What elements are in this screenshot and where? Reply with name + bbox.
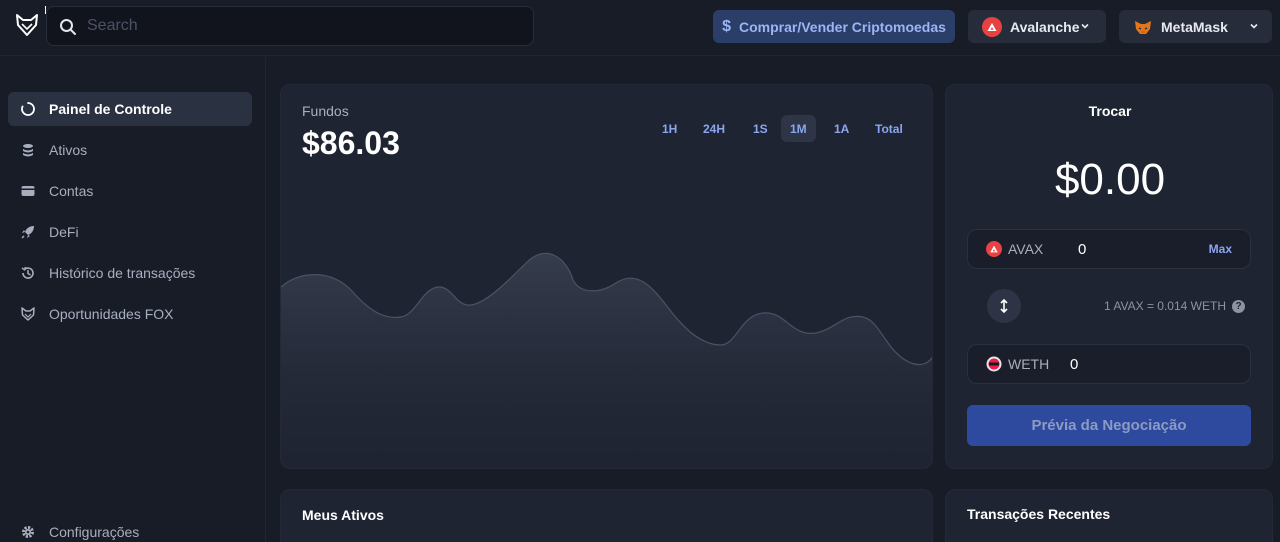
search-icon [60, 19, 76, 35]
range-button-1s[interactable]: 1S [744, 115, 777, 142]
range-button-24h[interactable]: 24H [694, 115, 734, 142]
sidebar-item-label: Oportunidades FOX [49, 306, 174, 322]
recent-transactions-panel: Transações Recentes [945, 489, 1273, 542]
swap-direction-button[interactable] [987, 289, 1021, 323]
recent-transactions-title: Transações Recentes [967, 506, 1111, 522]
sidebar-item-fox-opportunities[interactable]: Oportunidades FOX [8, 297, 252, 331]
chevron-down-icon [1081, 23, 1089, 29]
wallet-icon [20, 183, 36, 199]
swap-arrows-icon [1000, 299, 1008, 313]
trade-title: Trocar [1088, 103, 1132, 119]
sidebar-item-label: DeFi [49, 224, 79, 240]
info-icon[interactable]: ? [1232, 300, 1245, 313]
my-assets-panel: Meus Ativos [280, 489, 933, 542]
sell-asset-field[interactable]: AVAX 0 Max [967, 229, 1251, 269]
sidebar-item-settings[interactable]: Configurações [8, 515, 252, 542]
chain-selector-button[interactable]: Avalanche [968, 10, 1106, 43]
sell-amount-input[interactable]: 0 [1078, 241, 1218, 258]
buy-sell-crypto-button[interactable]: $ Comprar/Vender Criptomoedas [713, 10, 955, 43]
avalanche-icon [982, 16, 1002, 37]
sidebar-item-assets[interactable]: Ativos [8, 133, 252, 167]
dollar-icon: $ [722, 17, 731, 35]
buy-asset-field[interactable]: WETH 0 [967, 344, 1251, 384]
sidebar-item-label: Histórico de transações [49, 265, 196, 281]
range-button-1h[interactable]: 1H [653, 115, 686, 142]
dashboard-icon [20, 101, 36, 117]
my-assets-title: Meus Ativos [302, 507, 384, 523]
wallet-label: MetaMask [1161, 18, 1228, 35]
sell-asset-symbol[interactable]: AVAX [1008, 241, 1078, 257]
history-icon [20, 265, 36, 281]
chain-label: Avalanche [1010, 18, 1080, 35]
shapeshift-fox-logo-icon[interactable] [14, 12, 40, 38]
balance-chart[interactable] [281, 245, 933, 469]
coins-icon [20, 142, 36, 158]
rocket-icon [20, 224, 36, 240]
sidebar-item-dashboard[interactable]: Painel de Controle [8, 92, 252, 126]
buy-amount-input[interactable]: 0 [1070, 356, 1078, 373]
exchange-rate: 1 AVAX = 0.014 WETH [1104, 299, 1226, 313]
weth-icon [986, 356, 1002, 372]
buy-asset-symbol[interactable]: WETH [1008, 356, 1070, 372]
avalanche-icon [986, 241, 1002, 257]
portfolio-label: Fundos [302, 103, 349, 119]
sidebar: Painel de Controle Ativos Contas DeFi Hi… [0, 57, 266, 542]
sidebar-item-defi[interactable]: DeFi [8, 215, 252, 249]
balance-area [281, 253, 932, 468]
wallet-selector-button[interactable]: MetaMask [1119, 10, 1272, 43]
range-button-1a[interactable]: 1A [825, 115, 858, 142]
sidebar-item-label: Ativos [49, 142, 88, 158]
trade-amount[interactable]: $0.00 [946, 155, 1272, 205]
range-button-1m[interactable]: 1M [781, 115, 816, 142]
buy-sell-label: Comprar/Vender Criptomoedas [738, 18, 946, 35]
sidebar-item-label: Painel de Controle [49, 101, 172, 117]
metamask-icon [1133, 17, 1153, 37]
gear-icon [20, 524, 36, 540]
sidebar-item-label: Configurações [49, 524, 140, 540]
fox-icon [20, 306, 36, 322]
search-input[interactable] [87, 7, 527, 45]
range-button-total[interactable]: Total [866, 115, 912, 142]
chevron-down-icon [1250, 23, 1258, 29]
portfolio-balance: $86.03 [302, 125, 400, 161]
preview-trade-button[interactable]: Prévia da Negociação [967, 405, 1251, 446]
max-button[interactable]: Max [1209, 242, 1232, 256]
sidebar-item-label: Contas [49, 183, 94, 199]
sidebar-item-accounts[interactable]: Contas [8, 174, 252, 208]
search-box[interactable] [46, 6, 534, 46]
top-bar: $ Comprar/Vender Criptomoedas Avalanche … [0, 0, 1280, 56]
sidebar-item-history[interactable]: Histórico de transações [8, 256, 252, 290]
